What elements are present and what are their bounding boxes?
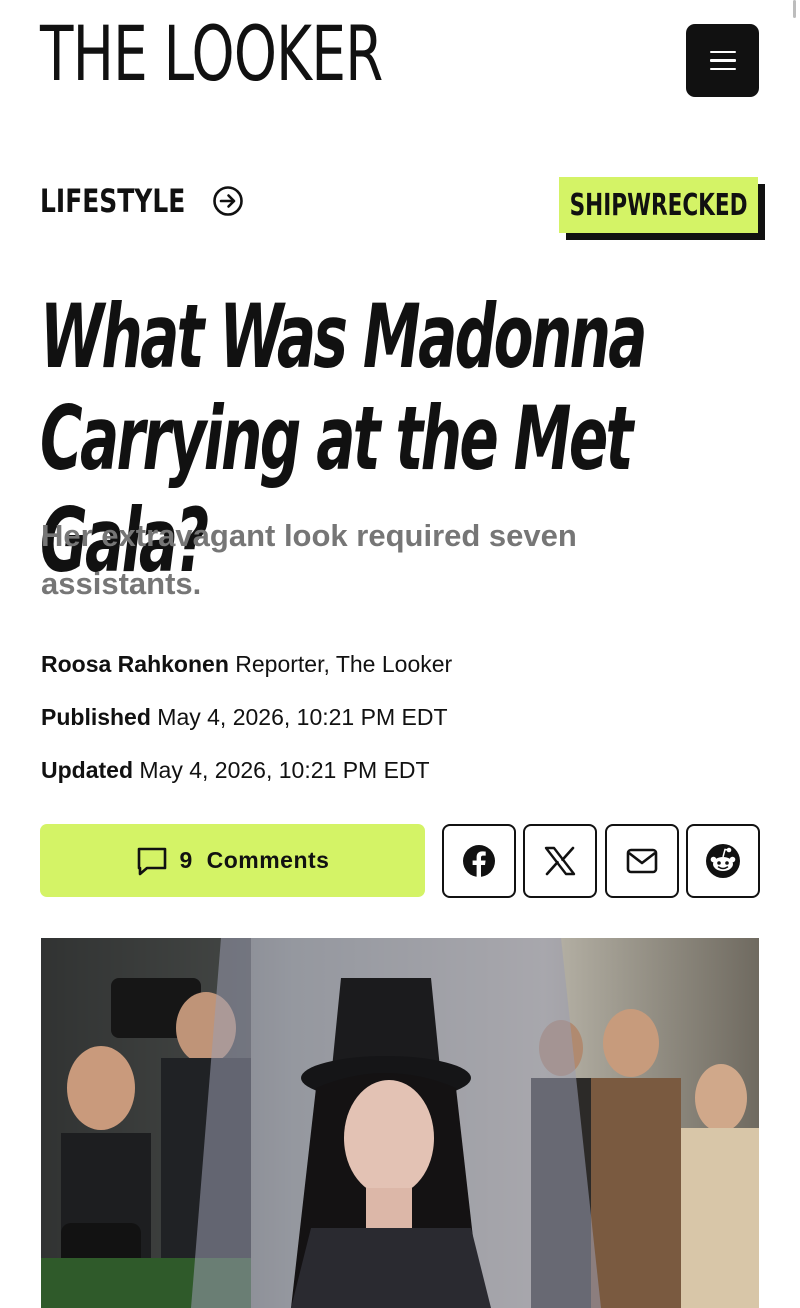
comments-count: 9 <box>179 847 193 873</box>
arrow-right-circle-icon <box>213 186 244 216</box>
reddit-icon <box>706 844 740 878</box>
tag-badge[interactable]: SHIPWRECKED <box>559 177 765 240</box>
tag-label: SHIPWRECKED <box>569 187 748 223</box>
published-label: Published <box>41 704 151 730</box>
published-line: Published May 4, 2026, 10:21 PM EDT <box>41 704 448 731</box>
comment-bubble-icon <box>137 847 166 875</box>
share-facebook-button[interactable] <box>442 824 516 898</box>
facebook-icon <box>463 845 495 878</box>
share-x-button[interactable] <box>523 824 597 898</box>
category-label: LIFESTYLE <box>40 182 186 220</box>
x-icon <box>544 846 576 876</box>
menu-button[interactable] <box>686 24 759 97</box>
comments-label: Comments <box>206 847 330 873</box>
updated-label: Updated <box>41 757 133 783</box>
share-reddit-button[interactable] <box>686 824 760 898</box>
hamburger-menu-icon <box>709 50 736 54</box>
tag-label-box: SHIPWRECKED <box>559 177 758 233</box>
author-role: Reporter, The Looker <box>235 651 453 677</box>
hero-photo <box>41 938 759 1308</box>
comments-button[interactable]: 9 Comments <box>40 824 425 897</box>
author-name[interactable]: Roosa Rahkonen <box>41 651 229 677</box>
category-link[interactable]: LIFESTYLE <box>40 182 244 220</box>
published-date: May 4, 2026, 10:21 PM EDT <box>157 704 448 730</box>
article-subheadline: Her extravagant look required seven assi… <box>41 518 577 601</box>
hamburger-menu-icon-bar <box>709 67 736 71</box>
hero-image[interactable] <box>41 938 759 1308</box>
site-logo[interactable]: THE LOOKER <box>40 8 383 100</box>
updated-date: May 4, 2026, 10:21 PM EDT <box>139 757 430 783</box>
share-email-button[interactable] <box>605 824 679 898</box>
mail-icon <box>626 848 658 874</box>
scrollbar[interactable] <box>793 0 796 18</box>
hamburger-menu-icon-bar <box>709 59 736 62</box>
updated-line: Updated May 4, 2026, 10:21 PM EDT <box>41 757 430 784</box>
author-line: Roosa Rahkonen Reporter, The Looker <box>41 651 452 678</box>
